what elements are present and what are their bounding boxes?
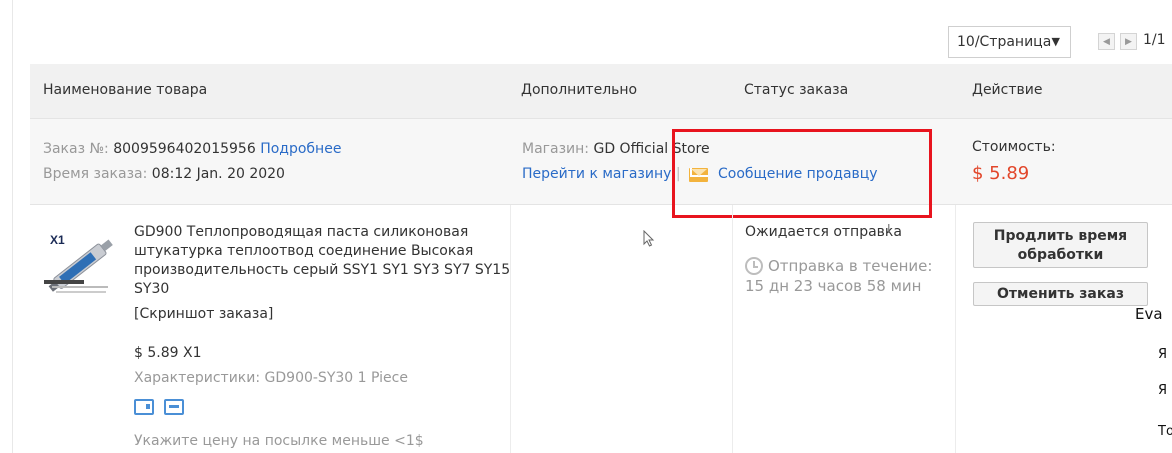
specs-line: Характеристики: GD900-SY30 1 Piece — [134, 370, 408, 386]
chevron-left-icon[interactable]: ◀ — [1098, 33, 1115, 50]
ship-in-label: Отправка в течение: — [768, 257, 933, 275]
clock-icon — [745, 257, 763, 275]
order-number: 8009596402015956 — [113, 141, 256, 157]
highlight-annotation — [672, 129, 932, 218]
order-time-label: Время заказа: — [43, 166, 148, 182]
column-divider — [732, 205, 733, 453]
specs-value: GD900-SY30 1 Piece — [264, 370, 408, 386]
order-status-text: Ожидается отправка — [745, 224, 902, 240]
cancel-order-button[interactable]: Отменить заказ — [973, 282, 1148, 306]
column-divider — [955, 205, 956, 453]
header-product-name: Наименование товара — [43, 82, 208, 98]
return-icon — [164, 399, 184, 415]
specs-label: Характеристики: — [134, 370, 261, 386]
store-label: Магазин: — [522, 141, 590, 157]
chevron-right-icon[interactable]: ▶ — [1120, 33, 1137, 50]
caret-down-icon: ▼ — [1051, 35, 1060, 48]
extend-processing-button[interactable]: Продлить время обработки — [973, 222, 1148, 268]
order-number-line: Заказ №: 8009596402015956 Подробнее — [43, 141, 341, 157]
cost-label: Стоимость: — [972, 139, 1056, 155]
buyer-note: Укажите цену на посылке меньше <1$ — [134, 433, 424, 449]
ship-countdown: 15 дн 23 часов 58 мин — [745, 277, 922, 295]
left-border — [12, 0, 13, 453]
per-page-select[interactable]: 10/Страница ▼ — [948, 26, 1071, 58]
thumb-badge: X1 — [50, 233, 65, 247]
product-title[interactable]: GD900 Теплопроводящая паста силиконовая … — [134, 223, 514, 299]
order-snapshot-link[interactable]: [Скриншот заказа] — [134, 306, 273, 322]
truck-icon — [134, 399, 154, 415]
price-quantity: $ 5.89 X1 — [134, 345, 202, 361]
order-time-line: Время заказа: 08:12 Jan. 20 2020 — [43, 166, 285, 182]
mouse-cursor-icon — [643, 230, 655, 247]
order-info-row — [30, 118, 1172, 205]
go-to-store-link[interactable]: Перейти к магазину — [522, 166, 671, 182]
product-thumbnail[interactable]: X1 — [42, 220, 120, 302]
side-overlay-line: То — [1158, 424, 1172, 439]
shipping-icons — [134, 399, 184, 415]
header-order-status: Статус заказа — [744, 82, 849, 98]
order-cost: $ 5.89 — [972, 163, 1030, 184]
order-details-link[interactable]: Подробнее — [260, 141, 341, 157]
page-count: 1/1 — [1143, 32, 1166, 48]
text-cursor-icon: I — [887, 222, 891, 236]
order-time: 08:12 Jan. 20 2020 — [151, 166, 285, 182]
header-additional: Дополнительно — [521, 82, 638, 98]
store-links-line: Перейти к магазину | — [522, 166, 681, 182]
side-overlay-line: Я — [1158, 347, 1168, 362]
header-action: Действие — [972, 82, 1043, 98]
order-number-label: Заказ №: — [43, 141, 109, 157]
side-overlay-line: Я — [1158, 383, 1168, 398]
orders-page: 10/Страница ▼ ◀ ▶ 1/1 Наименование товар… — [0, 0, 1172, 453]
side-overlay-name: Eva — [1135, 305, 1163, 323]
per-page-value: 10/Страница — [957, 34, 1052, 50]
